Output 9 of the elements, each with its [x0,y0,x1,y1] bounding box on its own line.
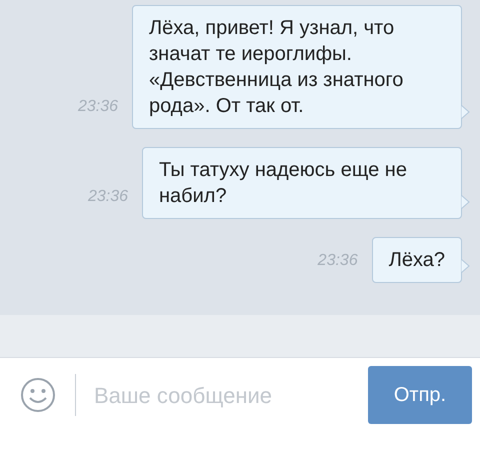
message-input-field[interactable]: Ваше сообщение [94,378,368,412]
smiley-icon[interactable] [20,377,56,413]
bubble-tail [461,259,470,273]
message-bubble: Лёха? [372,237,462,283]
send-button[interactable]: Отпр. [368,366,472,424]
bubble-tail [461,105,470,119]
bubble-tail [461,195,470,209]
message-bubble: Ты татуху надеюсь еще не набил? [142,147,462,219]
message-bubble: Лёха, привет! Я узнал, что значат те иероглифы. «Девственница из знатного рода». От так от. [132,5,462,129]
